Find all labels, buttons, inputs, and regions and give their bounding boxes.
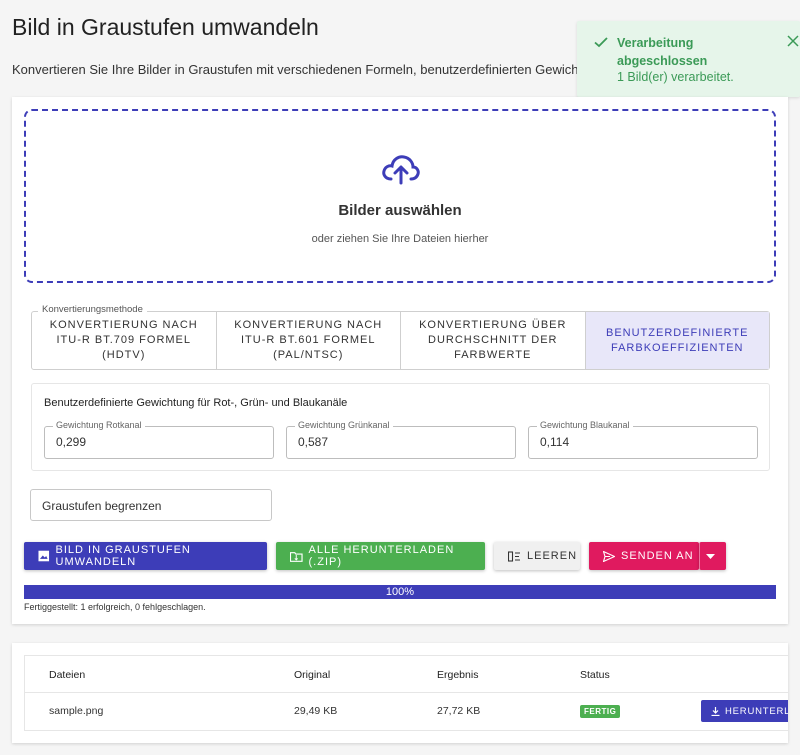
- results-card: Dateien Original Ergebnis Status sample.…: [12, 643, 788, 743]
- download-zip-button[interactable]: Alle herunterladen (.zip): [276, 542, 485, 570]
- red-weight-input[interactable]: [56, 435, 256, 449]
- download-icon: [711, 706, 720, 716]
- file-dropzone[interactable]: Bilder auswählen oder ziehen Sie Ihre Da…: [24, 109, 776, 283]
- convert-label: Bild in Graustufen umwandeln: [55, 544, 191, 568]
- header-files: Dateien: [49, 669, 86, 681]
- dropzone-subtitle: oder ziehen Sie Ihre Dateien hierher: [311, 233, 489, 245]
- send-button[interactable]: Senden an: [589, 542, 699, 570]
- status-badge: FERTIG: [580, 705, 621, 718]
- clear-label: Leeren: [527, 550, 578, 562]
- close-icon[interactable]: [787, 35, 799, 47]
- limit-grayscale-toggle[interactable]: Graustufen begrenzen: [30, 489, 272, 521]
- clear-button[interactable]: Leeren: [494, 542, 580, 570]
- toast-title: Verarbeitung abgeschlossen: [617, 36, 708, 68]
- check-icon: [594, 37, 608, 48]
- toast-message: 1 Bild(er) verarbeitet.: [617, 70, 734, 84]
- row-result-size: 27,72 KB: [437, 705, 481, 717]
- progress-status: Fertiggestellt: 1 erfolgreich, 0 fehlges…: [24, 602, 206, 612]
- download-label: HERUNTERLADEN: [725, 705, 788, 717]
- convert-button[interactable]: Bild in Graustufen umwandeln: [24, 542, 267, 570]
- page-description: Konvertieren Sie Ihre Bilder in Graustuf…: [12, 62, 578, 77]
- caret-down-icon: [705, 553, 715, 559]
- dropzone-title: Bilder auswählen: [338, 202, 462, 219]
- send-icon: [603, 550, 615, 562]
- method-bt709[interactable]: Konvertierung nach ITU-R BT.709 Formel (…: [32, 312, 217, 369]
- weights-panel: Benutzerdefinierte Gewichtung für Rot-, …: [31, 383, 770, 471]
- weights-title: Benutzerdefinierte Gewichtung für Rot-, …: [44, 397, 348, 409]
- download-button[interactable]: HERUNTERLADEN: [701, 700, 788, 722]
- method-bt601[interactable]: Konvertierung nach ITU-R BT.601 Formel (…: [217, 312, 401, 369]
- cloud-upload-icon: [382, 155, 420, 185]
- method-custom[interactable]: Benutzerdefinierte Farbkoeffizienten: [585, 312, 769, 369]
- blue-weight-label: Gewichtung Blaukanal: [537, 420, 633, 430]
- header-divider: [25, 692, 788, 693]
- method-toggle-group: Konvertierung nach ITU-R BT.709 Formel (…: [31, 311, 770, 370]
- folder-zip-icon: [290, 551, 303, 562]
- green-weight-label: Gewichtung Grünkanal: [295, 420, 393, 430]
- header-status: Status: [580, 669, 610, 681]
- progress-label: 100%: [385, 586, 415, 598]
- row-original-size: 29,49 KB: [294, 705, 338, 717]
- header-result: Ergebnis: [437, 669, 479, 681]
- green-weight-field: Gewichtung Grünkanal: [286, 420, 516, 459]
- page-title: Bild in Graustufen umwandeln: [12, 14, 319, 40]
- row-file: sample.png: [49, 705, 104, 717]
- image-icon: [38, 550, 50, 562]
- red-weight-label: Gewichtung Rotkanal: [53, 420, 145, 430]
- blue-weight-input[interactable]: [540, 435, 740, 449]
- clear-list-icon: [508, 550, 520, 562]
- send-label: Senden an: [621, 550, 694, 562]
- progress-bar: 100%: [24, 585, 776, 599]
- green-weight-input[interactable]: [298, 435, 498, 449]
- converter-card: Bilder auswählen oder ziehen Sie Ihre Da…: [12, 97, 788, 624]
- method-average[interactable]: Konvertierung über Durchschnitt der Farb…: [401, 312, 586, 369]
- send-menu-button[interactable]: [699, 542, 726, 570]
- header-original: Original: [294, 669, 331, 681]
- blue-weight-field: Gewichtung Blaukanal: [528, 420, 758, 459]
- results-table: Dateien Original Ergebnis Status sample.…: [24, 655, 788, 731]
- download-zip-label: Alle herunterladen (.zip): [308, 544, 455, 568]
- success-toast: Verarbeitung abgeschlossen 1 Bild(er) ve…: [577, 21, 800, 97]
- method-legend: Konvertierungsmethode: [38, 304, 147, 315]
- red-weight-field: Gewichtung Rotkanal: [44, 420, 274, 459]
